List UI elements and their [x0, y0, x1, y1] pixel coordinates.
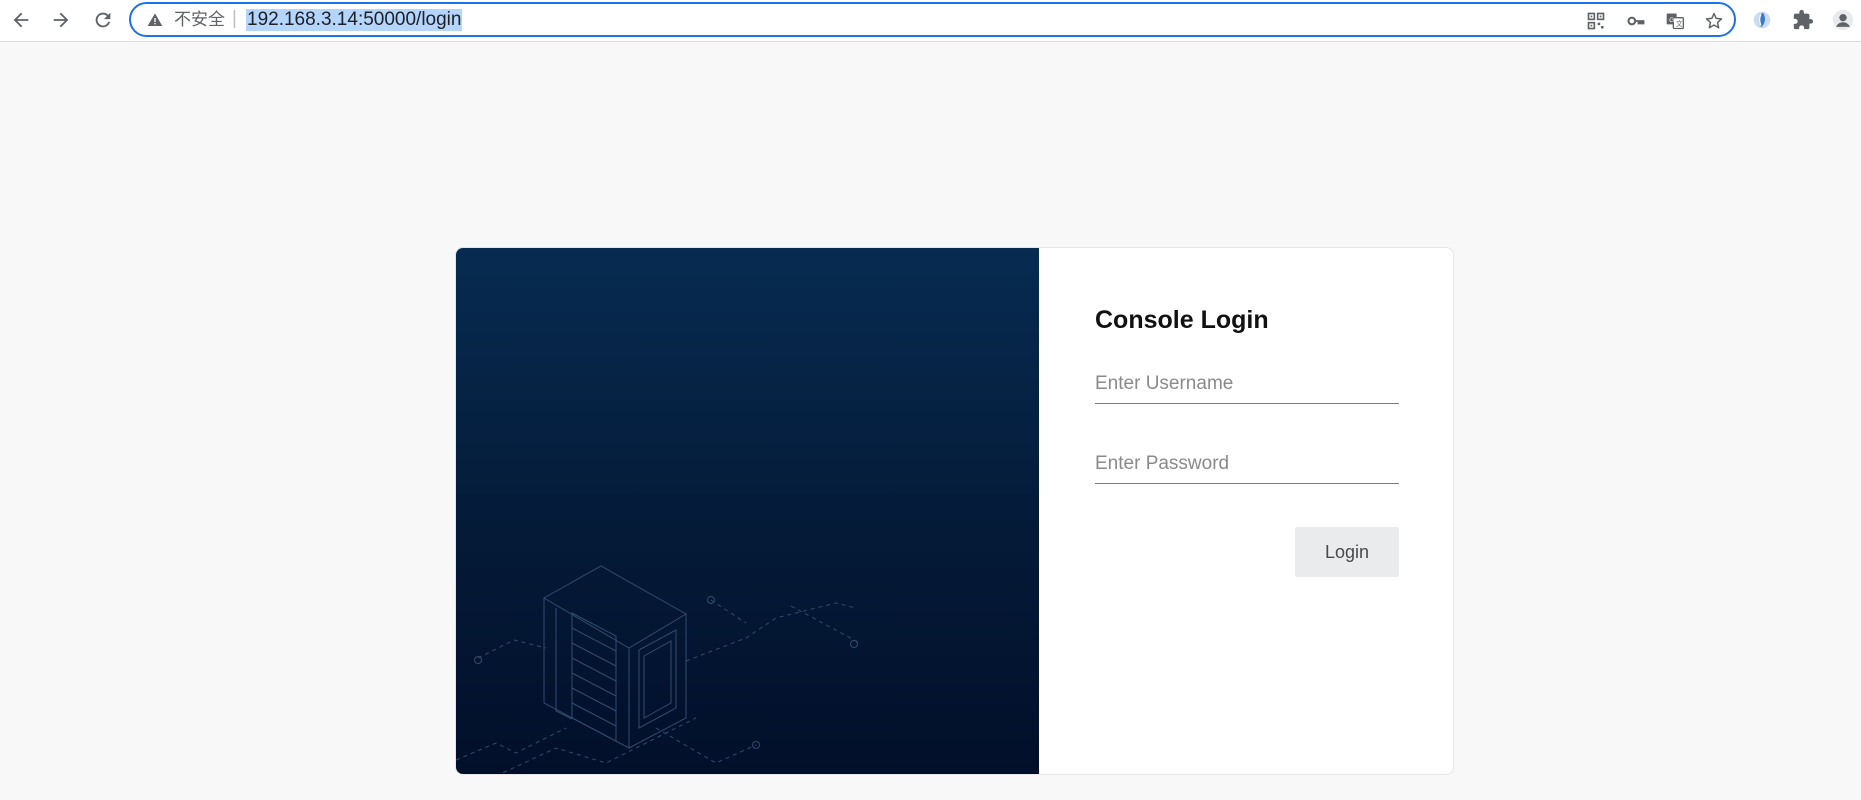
password-input[interactable]	[1095, 444, 1399, 484]
bookmark-button[interactable]	[1703, 10, 1725, 32]
back-arrow-icon	[13, 12, 29, 28]
address-bar[interactable]: 不安全 | 192.168.3.14:50000/login G文	[129, 2, 1736, 37]
hero-illustration-panel	[456, 248, 1039, 774]
profile-avatar-icon	[1832, 9, 1854, 31]
puzzle-icon	[1793, 9, 1814, 30]
reload-icon	[95, 12, 111, 28]
key-icon	[1627, 16, 1645, 26]
reload-button[interactable]	[86, 3, 120, 37]
login-card: Console Login Login	[455, 247, 1454, 775]
qr-code-icon	[1587, 12, 1605, 30]
translate-button[interactable]: G文	[1664, 10, 1686, 32]
forward-arrow-icon	[53, 12, 69, 28]
login-form: Console Login Login	[1039, 248, 1453, 774]
form-title: Console Login	[1095, 306, 1269, 334]
url-text[interactable]: 192.168.3.14:50000/login	[246, 9, 463, 31]
star-icon	[1705, 12, 1723, 29]
login-button[interactable]: Login	[1295, 527, 1399, 577]
qr-code-button[interactable]	[1585, 10, 1607, 32]
extension-app-button[interactable]	[1749, 7, 1775, 33]
username-input[interactable]	[1095, 364, 1399, 404]
security-status-label[interactable]: 不安全	[174, 9, 225, 31]
back-button[interactable]	[4, 3, 38, 37]
browser-toolbar: 不安全 | 192.168.3.14:50000/login G文	[0, 0, 1861, 42]
server-illustration	[456, 565, 859, 774]
profile-button[interactable]	[1830, 7, 1856, 33]
separator: |	[232, 8, 237, 29]
extension-logo-icon	[1753, 11, 1771, 29]
warning-triangle-icon[interactable]	[147, 12, 163, 28]
password-manager-button[interactable]	[1625, 10, 1647, 32]
translate-icon: G文	[1666, 13, 1684, 30]
svg-text:G: G	[1669, 17, 1674, 24]
forward-button[interactable]	[44, 3, 78, 37]
svg-text:文: 文	[1676, 19, 1683, 28]
extensions-button[interactable]	[1790, 7, 1816, 33]
